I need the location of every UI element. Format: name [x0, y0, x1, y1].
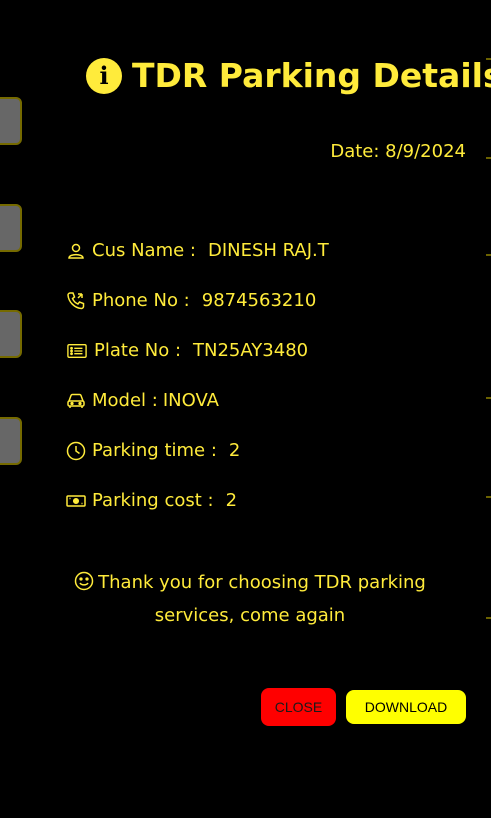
date-label: Date: 8/9/2024 — [330, 141, 466, 162]
background-divider — [486, 157, 491, 159]
detail-row-parking-cost: Parking cost : 2 — [66, 490, 237, 511]
detail-value: INOVA — [162, 390, 219, 411]
detail-value: 2 — [228, 440, 241, 461]
detail-label: Parking time : — [92, 440, 217, 461]
background-divider — [486, 496, 491, 498]
detail-row-parking-time: Parking time : 2 — [66, 440, 240, 461]
car-icon — [66, 391, 86, 411]
smile-icon — [74, 571, 94, 601]
info-icon: i — [86, 57, 122, 94]
detail-value: 9874563210 — [201, 290, 317, 311]
modal-title: i TDR Parking Details — [86, 56, 491, 95]
close-button[interactable]: CLOSE — [261, 688, 336, 726]
thank-you-message: Thank you for choosing TDR parking servi… — [60, 568, 440, 631]
detail-row-customer-name: Cus Name : DINESH RAJ.T — [66, 240, 329, 261]
background-input-field — [0, 310, 22, 358]
parking-details-page: i TDR Parking Details Date: 8/9/2024 Cus… — [0, 0, 491, 818]
clock-icon — [66, 441, 86, 461]
detail-label: Model : — [92, 390, 158, 411]
detail-label: Plate No : — [94, 340, 182, 361]
user-icon — [66, 241, 86, 261]
download-button[interactable]: DOWNLOAD — [346, 690, 466, 724]
background-divider — [486, 397, 491, 399]
detail-value: 2 — [225, 490, 238, 511]
list-card-icon — [66, 341, 88, 361]
background-divider — [486, 254, 491, 256]
background-input-field — [0, 417, 22, 465]
background-input-field — [0, 97, 22, 145]
detail-value: TN25AY3480 — [193, 340, 309, 361]
modal-title-text: TDR Parking Details — [132, 56, 491, 95]
detail-label: Cus Name : — [92, 240, 196, 261]
detail-label: Parking cost : — [92, 490, 214, 511]
background-divider — [486, 617, 491, 619]
detail-row-phone: Phone No : 9874563210 — [66, 290, 316, 311]
detail-row-model: Model : INOVA — [66, 390, 219, 411]
thank-you-text: Thank you for choosing TDR parking servi… — [98, 572, 426, 626]
detail-label: Phone No : — [92, 290, 190, 311]
cash-icon — [66, 491, 86, 511]
detail-row-plate: Plate No : TN25AY3480 — [66, 340, 308, 361]
background-input-field — [0, 204, 22, 252]
detail-value: DINESH RAJ.T — [207, 240, 329, 261]
phone-icon — [66, 291, 86, 311]
